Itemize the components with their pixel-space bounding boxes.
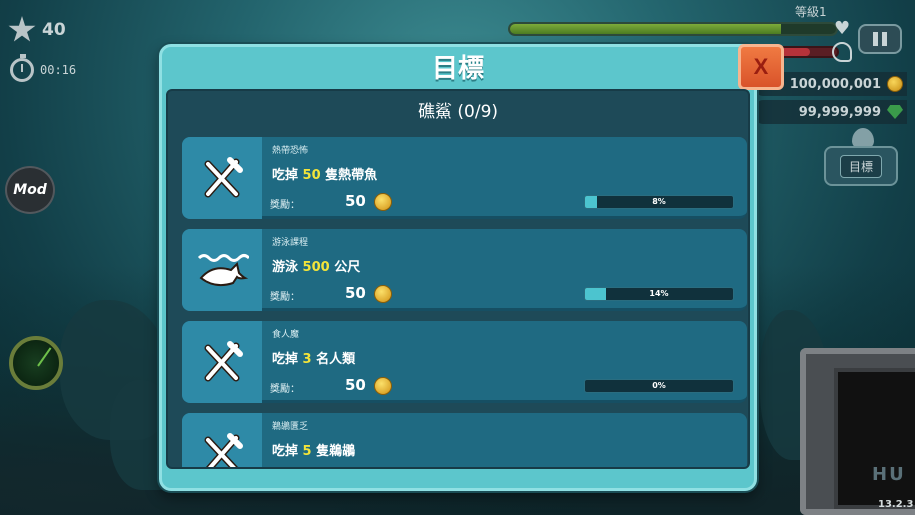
background-sign: HU: [872, 464, 906, 485]
coin-icon: [887, 76, 903, 92]
dialog-title: 目標: [431, 54, 484, 84]
gem-amount: 99,999,999: [798, 104, 881, 120]
coin-icon: [374, 285, 392, 303]
timer: 00:16: [10, 54, 77, 82]
growth-icon: [832, 42, 852, 62]
gem-icon: [887, 105, 903, 119]
heart-icon: ♥: [834, 18, 851, 39]
reward-label: 獎勵：: [270, 384, 300, 395]
goals-dialog: 目標 X 礁鯊 (0/9) 熱帶恐怖 吃掉 50 隻熱帶魚 獎勵： 50 8% …: [159, 44, 784, 491]
pause-button[interactable]: [858, 24, 902, 54]
crate: [800, 348, 915, 515]
gem-balance: 99,999,999: [752, 100, 907, 124]
mission-description: 游泳 500 公尺: [272, 260, 361, 275]
mission-category: 鵜鶘匱乏: [272, 422, 309, 432]
reward-label: 獎勵：: [270, 200, 300, 211]
mission-description: 吃掉 5 隻鵜鶘: [272, 444, 356, 459]
goals-button[interactable]: 目標: [824, 146, 898, 186]
mod-button[interactable]: Mod: [5, 166, 55, 214]
mission-card: 游泳課程 游泳 500 公尺 獎勵： 50 14%: [182, 229, 747, 311]
mission-progress-bar: 14%: [584, 287, 734, 301]
reward-value: 50: [345, 284, 366, 302]
goals-button-label: 目標: [839, 154, 882, 178]
mission-progress-bar: 8%: [584, 195, 734, 209]
coin-amount: 100,000,001: [789, 76, 881, 92]
coin-icon: [374, 193, 392, 211]
shark-name: 礁鯊 (0/9): [417, 102, 499, 122]
mission-progress-bar: 0%: [584, 379, 734, 393]
progress-text: 8%: [652, 197, 666, 206]
fork-knife-icon: [182, 413, 262, 467]
mission-category: 游泳課程: [272, 238, 309, 248]
close-button[interactable]: X: [738, 44, 784, 90]
mission-card: 熱帶恐怖 吃掉 50 隻熱帶魚 獎勵： 50 8%: [182, 137, 747, 219]
progress-text: 14%: [649, 289, 669, 298]
progress-text: 0%: [652, 381, 666, 390]
star-icon: [8, 16, 36, 42]
star-count: 40: [42, 20, 66, 40]
stopwatch-icon: [10, 54, 34, 82]
mission-category: 食人魔: [272, 330, 300, 340]
mission-card: 鵜鶘匱乏 吃掉 5 隻鵜鶘: [182, 413, 747, 467]
coin-icon: [374, 377, 392, 395]
mission-category: 熱帶恐怖: [272, 146, 309, 156]
health-bar: [508, 22, 838, 36]
timer-value: 00:16: [40, 63, 77, 77]
star-counter: 40: [8, 16, 66, 44]
radar-icon: [9, 336, 63, 390]
mission-description: 吃掉 3 名人類: [272, 352, 356, 367]
dialog-content[interactable]: 礁鯊 (0/9) 熱帶恐怖 吃掉 50 隻熱帶魚 獎勵： 50 8% 游泳課程 …: [166, 89, 750, 469]
reward-value: 50: [345, 192, 366, 210]
version-label: 13.2.3: [878, 499, 914, 510]
level-label: 等級1: [795, 5, 827, 19]
fork-knife-icon: [182, 321, 262, 403]
mission-card: 食人魔 吃掉 3 名人類 獎勵： 50 0%: [182, 321, 747, 403]
shark-wave-icon: [182, 229, 262, 311]
reward-label: 獎勵：: [270, 292, 300, 303]
mission-description: 吃掉 50 隻熱帶魚: [272, 168, 378, 183]
fork-knife-icon: [182, 137, 262, 219]
reward-value: 50: [345, 376, 366, 394]
